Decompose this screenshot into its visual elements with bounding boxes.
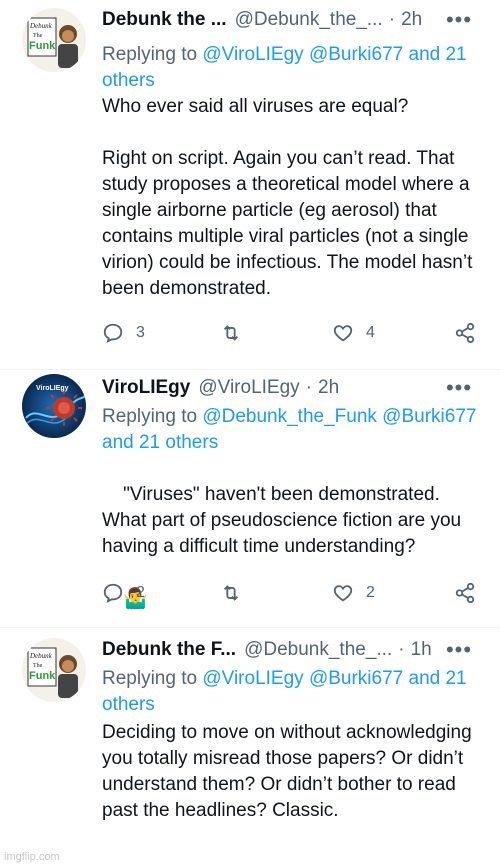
separator-dot: · [305, 377, 312, 398]
display-name[interactable]: ViroLIEgy [102, 377, 190, 399]
svg-text:The: The [33, 33, 43, 39]
replying-to: Replying to @ViroLIEgy @Burki677 and 21 … [102, 666, 482, 718]
tweet-1[interactable]: Debunk The Funk Debunk the ... @Debunk_t… [0, 0, 500, 370]
tweet-3[interactable]: Debunk The Funk Debunk the F... @Debunk_… [0, 628, 500, 867]
reply-count: 3 [136, 324, 145, 341]
tweet-text: Deciding to move on without acknowledgin… [102, 722, 477, 821]
replying-to-label: Replying to [102, 668, 198, 689]
reply-button[interactable]: 2 [102, 578, 145, 608]
reply-mentions-others[interactable]: and 21 others [102, 432, 218, 453]
svg-text:The: The [33, 663, 43, 669]
display-name[interactable]: Debunk the F... [102, 639, 236, 661]
share-button[interactable] [454, 578, 476, 608]
user-handle[interactable]: @Debunk_the_... [244, 639, 392, 661]
heart-icon [333, 325, 353, 342]
svg-text:Funk: Funk [29, 40, 56, 52]
reply-icon [103, 323, 123, 343]
user-handle[interactable]: @Debunk_the_... [235, 9, 383, 31]
reply-button[interactable]: 3 [102, 318, 145, 348]
svg-text:Debunk: Debunk [29, 22, 53, 30]
svg-text:Funk: Funk [29, 670, 56, 682]
timestamp[interactable]: 2h [401, 9, 422, 31]
display-name[interactable]: Debunk the ... [102, 9, 227, 31]
tweet-header: ViroLIEgy @ViroLIEgy · 2h ••• [102, 374, 480, 402]
replying-to-label: Replying to [102, 406, 198, 427]
reply-mentions-others[interactable]: others [102, 70, 155, 91]
tweet-text: "Viruses" haven't been demonstrated. Wha… [102, 456, 487, 639]
svg-text:ViroLIEgy: ViroLIEgy [36, 385, 69, 392]
reply-mentions[interactable]: @ViroLIEgy @Burki677 and 21 [202, 668, 466, 689]
like-count: 2 [366, 584, 375, 601]
tweet-actions: 3 4 [102, 318, 482, 348]
tweet-2[interactable]: ViroLIEgy ViroLIEgy @ViroLIEgy · 2h ••• … [0, 370, 500, 628]
reply-mentions[interactable]: @ViroLIEgy @Burki677 and 21 [202, 44, 466, 65]
more-options-icon[interactable]: ••• [446, 374, 472, 402]
separator-dot: · [398, 639, 405, 660]
timestamp[interactable]: 1h [411, 639, 432, 661]
reply-count: 2 [136, 584, 145, 601]
reply-mentions[interactable]: @Debunk_the_Funk @Burki677 [202, 406, 476, 427]
share-icon [455, 322, 475, 344]
svg-text:Debunk: Debunk [29, 652, 53, 660]
timestamp[interactable]: 2h [318, 377, 339, 399]
tweet-text: Who ever said all viruses are equal? Rig… [102, 96, 473, 299]
retweet-icon [223, 585, 239, 601]
reply-mentions-others[interactable]: others [102, 694, 155, 715]
separator-dot: · [388, 9, 396, 30]
like-count: 4 [366, 324, 375, 341]
tweet-text-content: "Viruses" haven't been demonstrated. Wha… [102, 484, 467, 557]
retweet-button[interactable] [220, 578, 242, 608]
share-button[interactable] [454, 318, 476, 348]
heart-icon [333, 585, 353, 602]
retweet-button[interactable] [220, 318, 242, 348]
watermark: imgflip.com [4, 851, 60, 863]
avatar[interactable]: Debunk The Funk [22, 8, 86, 72]
replying-to: Replying to @ViroLIEgy @Burki677 and 21 … [102, 42, 482, 94]
like-button[interactable]: 4 [332, 318, 375, 348]
retweet-icon [223, 325, 239, 341]
share-icon [455, 582, 475, 604]
more-options-icon[interactable]: ••• [446, 636, 472, 664]
tweet-actions: 2 2 [102, 578, 482, 608]
replying-to-label: Replying to [102, 44, 198, 65]
more-options-icon[interactable]: ••• [446, 6, 472, 34]
tweet-header: Debunk the F... @Debunk_the_... · 1h ••• [102, 636, 480, 664]
replying-to: Replying to @Debunk_the_Funk @Burki677 a… [102, 404, 482, 456]
tweet-header: Debunk the ... @Debunk_the_... · 2h ••• [102, 6, 480, 34]
avatar[interactable]: ViroLIEgy [22, 374, 86, 438]
avatar[interactable]: Debunk The Funk [22, 638, 86, 702]
reply-icon [103, 583, 123, 603]
user-handle[interactable]: @ViroLIEgy [198, 377, 299, 399]
like-button[interactable]: 2 [332, 578, 375, 608]
